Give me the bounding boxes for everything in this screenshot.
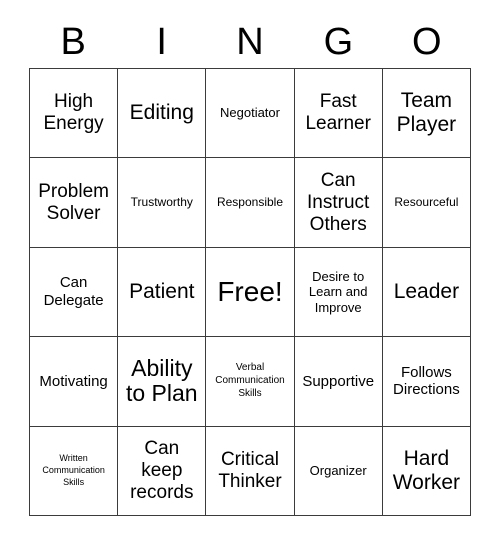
bingo-cell[interactable]: Resourceful <box>382 158 471 248</box>
bingo-cell[interactable]: Trustworthy <box>118 158 207 248</box>
bingo-cell[interactable]: Organizer <box>294 426 383 516</box>
bingo-header-letter-n: N <box>236 21 264 63</box>
bingo-cell-label: Ability to Plan <box>125 354 198 407</box>
bingo-cell-label: Follows Directions <box>393 363 460 399</box>
bingo-cell[interactable]: Can keep records <box>118 426 207 516</box>
bingo-cell[interactable]: Patient <box>118 247 207 338</box>
bingo-cell-label: Can Instruct Others <box>307 169 370 235</box>
bingo-cell-label: Negotiator <box>220 105 280 121</box>
bingo-header-letter-o: O <box>412 21 442 63</box>
bingo-cell[interactable]: Follows Directions <box>382 337 471 427</box>
bingo-cell[interactable]: High Energy <box>30 69 119 159</box>
bingo-cell-label: Trustworthy <box>130 195 193 210</box>
bingo-cell[interactable]: Responsible <box>206 158 295 248</box>
bingo-cell-label: Responsible <box>216 195 284 210</box>
bingo-cell[interactable]: Editing <box>118 69 207 159</box>
bingo-cell-label: Free! <box>217 275 283 307</box>
bingo-cell[interactable]: Problem Solver <box>30 158 119 248</box>
bingo-cell[interactable]: Written Communication Skills <box>30 426 119 516</box>
bingo-cell-label: Written Communication Skills <box>42 453 105 487</box>
bingo-cell-label: Team Player <box>396 89 457 137</box>
bingo-cell-label: Motivating <box>39 372 108 390</box>
bingo-free-space[interactable]: Free! <box>206 247 295 338</box>
bingo-cell-label: Organizer <box>309 463 367 478</box>
bingo-cell[interactable]: Can Delegate <box>30 247 119 338</box>
bingo-cell[interactable]: Fast Learner <box>294 69 383 159</box>
bingo-header-letter-i: I <box>156 21 167 63</box>
bingo-cell[interactable]: Desire to Learn and Improve <box>294 247 383 338</box>
bingo-cell[interactable]: Supportive <box>294 337 383 427</box>
bingo-header-row: BINGO <box>29 16 471 68</box>
bingo-cell-label: Patient <box>129 280 195 304</box>
bingo-cell[interactable]: Verbal Communication Skills <box>206 337 295 427</box>
bingo-cell-label: Hard Worker <box>392 446 461 494</box>
bingo-cell[interactable]: Negotiator <box>206 69 295 159</box>
bingo-cell-label: Leader <box>393 280 460 304</box>
bingo-cell[interactable]: Motivating <box>30 337 119 427</box>
bingo-cell-label: Can keep records <box>130 437 194 503</box>
bingo-cell[interactable]: Team Player <box>382 69 471 159</box>
bingo-cell[interactable]: Hard Worker <box>382 426 471 516</box>
bingo-card: B I N G O High Energy Editing Negotiator Fast L… <box>0 0 500 544</box>
bingo-cell[interactable]: Can Instruct Others <box>294 158 383 248</box>
bingo-cell-label: Critical Thinker <box>218 448 282 492</box>
bingo-header-letter-g: G <box>323 21 354 63</box>
bingo-cell-label: High Energy <box>43 91 104 135</box>
bingo-cell-label: Resourceful <box>394 195 459 210</box>
bingo-cell-label: Desire to Learn and Improve <box>308 268 368 315</box>
bingo-cell-label: Verbal Communication Skills <box>215 362 285 399</box>
bingo-cell-label: Fast Learner <box>305 91 371 135</box>
bingo-cell-label: Can Delegate <box>43 274 104 309</box>
bingo-cell-label: Editing <box>129 101 194 125</box>
bingo-cell-label: Supportive <box>302 372 375 390</box>
bingo-grid: High Energy Editing Negotiator Fast Learner… <box>29 68 471 516</box>
bingo-cell[interactable]: Ability to Plan <box>118 337 207 427</box>
bingo-cell-label: Problem Solver <box>38 180 109 224</box>
bingo-cell[interactable]: Leader <box>382 247 471 338</box>
bingo-header-letter-b: B <box>60 21 86 63</box>
bingo-cell[interactable]: Critical Thinker <box>206 426 295 516</box>
